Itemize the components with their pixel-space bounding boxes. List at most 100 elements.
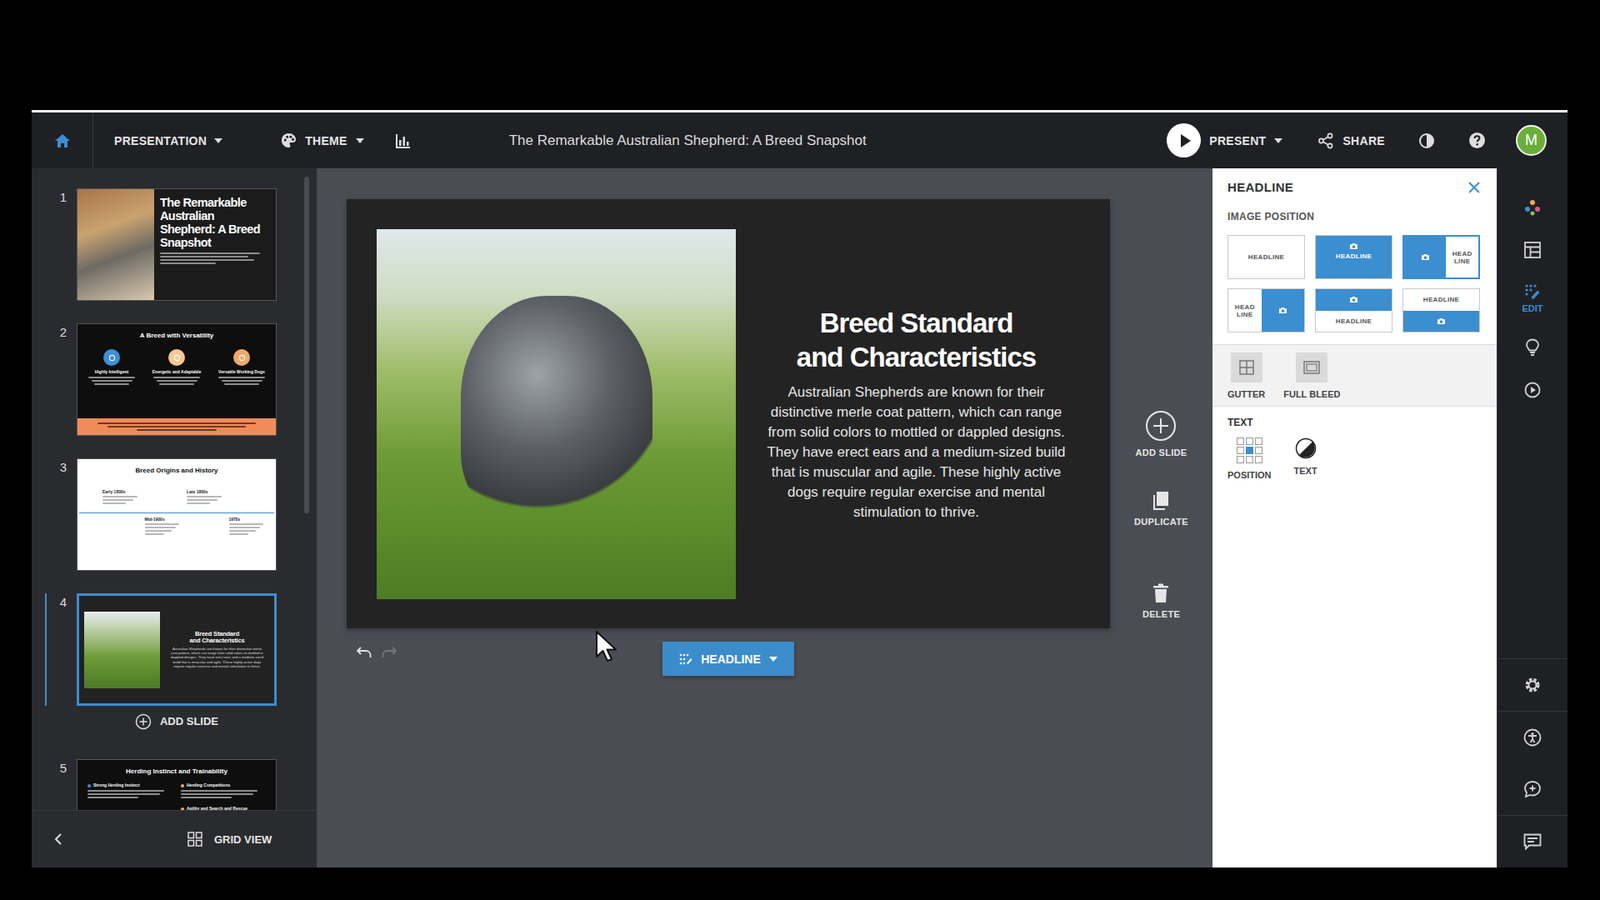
slide-body-text[interactable]: Australian Shepherds are known for their… xyxy=(761,382,1072,523)
top-bar: PRESENTATION THEME The Remarkable Australi… xyxy=(31,112,1568,169)
layout-icon xyxy=(1524,241,1541,259)
right-tool-rail: EDIT xyxy=(1496,168,1568,868)
sidebar-footer: GRID VIEW xyxy=(31,810,317,868)
theme-menu[interactable]: THEME xyxy=(280,132,365,149)
slide-thumbnail[interactable]: Herding Instinct and Trainability Strong … xyxy=(76,759,277,810)
collapse-sidebar-button[interactable] xyxy=(54,833,63,845)
add-slide-button[interactable]: ADD SLIDE xyxy=(31,705,277,737)
trash-icon xyxy=(1152,583,1170,604)
thumbnail-title: Herding Instinct and Trainability xyxy=(77,760,276,775)
grid-view-button[interactable]: GRID VIEW xyxy=(187,831,272,847)
image-position-option[interactable]: HEADLINE xyxy=(1402,288,1480,333)
help-icon xyxy=(1468,131,1486,150)
text-tool-button[interactable]: TEXT xyxy=(1290,437,1322,480)
image-position-option[interactable]: HEADLINE xyxy=(1315,235,1393,280)
plus-circle-icon xyxy=(135,713,152,730)
contrast-button[interactable] xyxy=(1418,132,1435,150)
camera-icon xyxy=(1436,317,1446,325)
timeline-item: Early 1800s xyxy=(102,477,142,513)
full-bleed-icon xyxy=(1303,360,1320,375)
slide-thumbnail[interactable]: Breed Standardand CharacteristicsAustral… xyxy=(76,593,277,706)
gear-icon xyxy=(1523,675,1542,695)
share-button[interactable]: SHARE xyxy=(1317,132,1385,150)
home-button[interactable] xyxy=(31,112,94,169)
slide-thumbnail[interactable]: A Breed with VersatilityHighly Intellige… xyxy=(76,323,277,436)
image-tool-button[interactable]: GUTTER xyxy=(1227,352,1265,400)
image-position-option[interactable]: HEADLINE xyxy=(1227,288,1305,333)
slide-number: 5 xyxy=(45,759,77,810)
slide-thumbnail[interactable]: Breed Origins and HistoryEarly 1800sLate… xyxy=(76,458,277,571)
slide-number: 3 xyxy=(45,458,77,571)
rail-button[interactable] xyxy=(1497,763,1568,815)
slide-action-button[interactable]: DELETE xyxy=(1142,583,1180,620)
caret-icon xyxy=(769,656,778,662)
analytics-button[interactable] xyxy=(395,133,411,149)
slide-action-button[interactable]: ADD SLIDE xyxy=(1135,410,1188,458)
close-icon[interactable] xyxy=(1468,181,1480,194)
thumbnail-item: Energetic and Adaptable xyxy=(147,349,206,419)
image-position-option[interactable]: HEADLINE xyxy=(1402,235,1480,280)
slide-number: 1 xyxy=(45,188,77,301)
properties-panel: HEADLINEIMAGE POSITIONHEADLINEHEADLINEHE… xyxy=(1212,168,1497,868)
rail-button[interactable] xyxy=(1523,198,1542,217)
slide-action-button[interactable]: DUPLICATE xyxy=(1134,490,1189,527)
camera-icon xyxy=(1349,295,1359,304)
slide-thumbnail-row[interactable]: 4Breed Standardand CharacteristicsAustra… xyxy=(31,593,317,706)
element-selector-button[interactable]: HEADLINE xyxy=(662,641,795,676)
section-label: TEXT xyxy=(1227,416,1483,429)
screen: PRESENTATION THEME The Remarkable Australi… xyxy=(0,0,1600,900)
slide-sidebar: 1The Remarkable Australian Shepherd: A B… xyxy=(31,168,317,868)
rail-button[interactable] xyxy=(1524,381,1541,399)
slide-actions: ADD SLIDE DUPLICATE DELETE xyxy=(1110,199,1213,676)
home-icon xyxy=(54,132,71,150)
sidebar-scrollbar[interactable] xyxy=(304,176,310,514)
feature-icon xyxy=(168,349,185,366)
redo-icon[interactable] xyxy=(381,646,397,659)
rail-button[interactable] xyxy=(1497,710,1568,764)
thumbnail-item: Agility and Search and Rescue xyxy=(180,805,266,810)
text-tool-button[interactable]: POSITION xyxy=(1227,437,1272,480)
thumbnail-item: Herding Competitions xyxy=(180,782,266,799)
present-button[interactable]: PRESENT xyxy=(1166,123,1283,158)
slide[interactable]: Breed Standardand CharacteristicsAustral… xyxy=(346,199,1110,629)
help-button[interactable] xyxy=(1468,131,1486,150)
rail-button[interactable] xyxy=(1525,338,1540,357)
image-tool-button[interactable]: FULL BLEED xyxy=(1283,352,1340,400)
slide-number: 2 xyxy=(45,323,77,436)
slide-thumbnail-row[interactable]: 1The Remarkable Australian Shepherd: A B… xyxy=(31,188,317,301)
dog-photo[interactable] xyxy=(376,229,736,600)
slide-thumbnail[interactable]: The Remarkable Australian Shepherd: A Br… xyxy=(76,188,277,301)
slide-list: 1The Remarkable Australian Shepherd: A B… xyxy=(31,168,317,810)
image-position-option[interactable]: HEADLINE xyxy=(1315,288,1393,333)
timeline-item: 1970s xyxy=(229,514,269,535)
thumbnail-item: Versatile Working Dogs xyxy=(212,349,271,419)
thumbnail-item: Strong Herding Instinct xyxy=(87,782,173,799)
edit-icon xyxy=(1524,283,1541,300)
slide-thumbnail-row[interactable]: 2A Breed with VersatilityHighly Intellig… xyxy=(31,323,317,436)
bar-chart-icon xyxy=(395,133,411,149)
timeline-item: Late 1800s xyxy=(186,477,226,513)
share-icon xyxy=(1317,132,1335,150)
presentation-menu[interactable]: PRESENTATION xyxy=(114,134,223,148)
camera-icon xyxy=(1420,253,1430,261)
lightbulb-icon xyxy=(1525,338,1540,357)
thumbnail-band xyxy=(77,418,276,435)
rail-button[interactable] xyxy=(1497,658,1568,711)
contrast-icon xyxy=(1418,132,1435,150)
image-position-option[interactable]: HEADLINE xyxy=(1227,235,1305,280)
undo-icon[interactable] xyxy=(356,646,372,659)
workspace: 1The Remarkable Australian Shepherd: A B… xyxy=(31,168,1568,868)
rail-button[interactable] xyxy=(1524,241,1541,259)
presentation-title[interactable]: The Remarkable Australian Shepherd: A Br… xyxy=(509,132,867,150)
camera-icon xyxy=(1349,242,1359,250)
rail-button[interactable] xyxy=(1497,815,1568,868)
add-comment-icon xyxy=(1523,780,1542,799)
slide-thumbnail-row[interactable]: 3Breed Origins and HistoryEarly 1800sLat… xyxy=(31,458,317,571)
rail-button[interactable]: EDIT xyxy=(1521,283,1543,314)
slide-headline[interactable]: Breed Standardand Characteristics xyxy=(796,305,1036,375)
camera-icon xyxy=(1278,306,1288,315)
caret-icon xyxy=(214,138,223,144)
play-icon xyxy=(1166,123,1201,158)
slide-thumbnail-row[interactable]: 5Herding Instinct and Trainability Strong… xyxy=(31,759,317,810)
user-avatar[interactable]: M xyxy=(1515,125,1547,156)
